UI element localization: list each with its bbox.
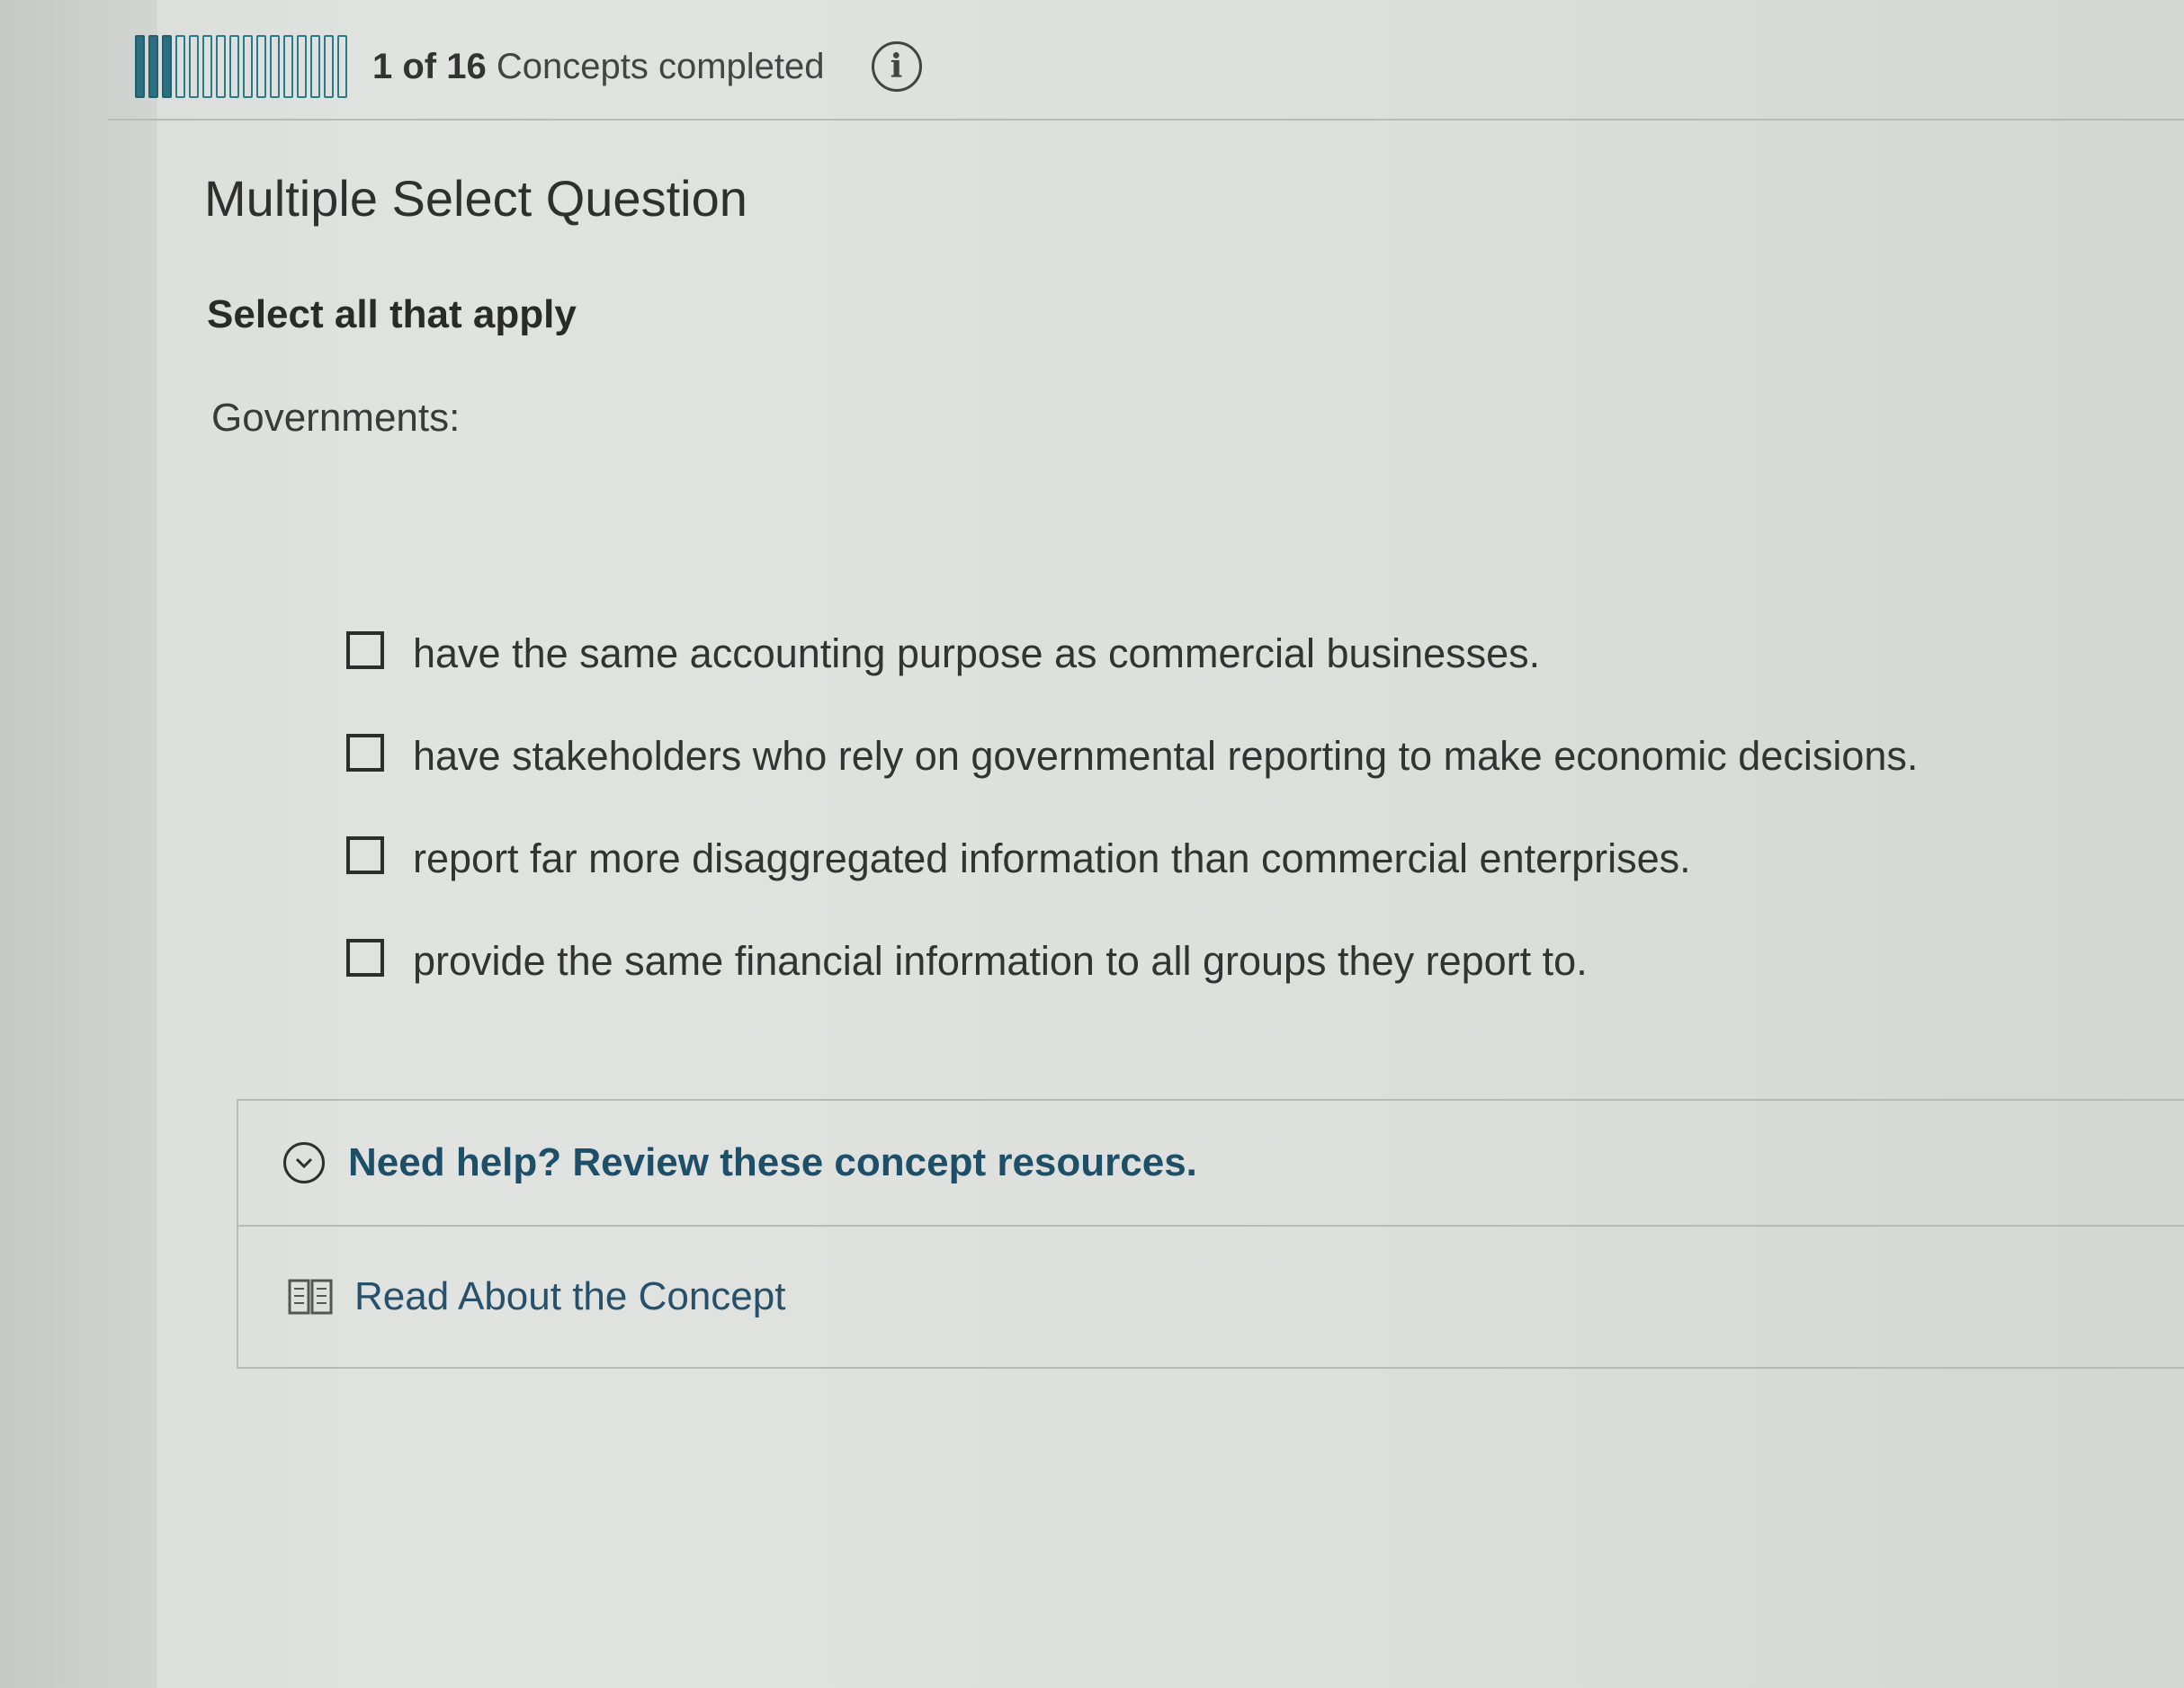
progress-segment xyxy=(189,35,199,98)
read-about-concept-link[interactable]: Read About the Concept xyxy=(238,1227,2184,1366)
answer-option[interactable]: provide the same financial information t… xyxy=(346,910,2145,1013)
answer-option[interactable]: have stakeholders who rely on government… xyxy=(346,705,2145,808)
chevron-down-icon[interactable] xyxy=(283,1142,325,1183)
option-checkbox[interactable] xyxy=(346,836,384,874)
progress-segment xyxy=(148,35,158,98)
progress-status: 1 of 16 Concepts completed xyxy=(372,47,825,87)
progress-suffix: Concepts completed xyxy=(496,46,825,86)
progress-segment xyxy=(202,35,212,98)
concept-progress-bar xyxy=(135,35,347,98)
page: 1 of 16 Concepts completed i Multiple Se… xyxy=(0,0,2184,1688)
question-type-title: Multiple Select Question xyxy=(204,170,747,227)
info-icon[interactable]: i xyxy=(871,41,922,92)
option-checkbox[interactable] xyxy=(346,734,384,772)
option-checkbox[interactable] xyxy=(346,939,384,977)
answer-option[interactable]: report far more disaggregated informatio… xyxy=(346,808,2145,910)
progress-segment xyxy=(324,35,334,98)
question-prompt: Governments: xyxy=(211,396,461,440)
option-label[interactable]: have stakeholders who rely on government… xyxy=(413,733,1918,780)
progress-segment xyxy=(175,35,185,98)
read-about-concept-label[interactable]: Read About the Concept xyxy=(354,1274,785,1319)
help-toggle-label[interactable]: Need help? Review these concept resource… xyxy=(348,1140,1197,1185)
option-checkbox[interactable] xyxy=(346,631,384,669)
progress-segment xyxy=(162,35,172,98)
progress-segment xyxy=(243,35,253,98)
progress-segment xyxy=(270,35,280,98)
progress-segment xyxy=(310,35,320,98)
answer-option[interactable]: have the same accounting purpose as comm… xyxy=(346,603,2145,705)
progress-segment xyxy=(297,35,307,98)
progress-header: 1 of 16 Concepts completed i xyxy=(135,18,2184,115)
help-toggle-button[interactable]: Need help? Review these concept resource… xyxy=(238,1101,2184,1227)
option-label[interactable]: have the same accounting purpose as comm… xyxy=(413,630,1540,677)
left-margin xyxy=(0,0,157,1688)
progress-count: 1 of 16 xyxy=(372,46,487,86)
answer-options: have the same accounting purpose as comm… xyxy=(346,603,2145,1013)
progress-segment xyxy=(283,35,293,98)
option-label[interactable]: report far more disaggregated informatio… xyxy=(413,835,1691,882)
progress-segment xyxy=(337,35,347,98)
concept-resources-panel: Need help? Review these concept resource… xyxy=(237,1099,2184,1369)
question-instruction: Select all that apply xyxy=(207,292,577,336)
option-label[interactable]: provide the same financial information t… xyxy=(413,938,1588,985)
progress-segment xyxy=(135,35,145,98)
progress-segment xyxy=(229,35,239,98)
progress-segment xyxy=(256,35,266,98)
progress-segment xyxy=(216,35,226,98)
book-icon xyxy=(288,1279,333,1314)
header-divider xyxy=(108,119,2184,121)
